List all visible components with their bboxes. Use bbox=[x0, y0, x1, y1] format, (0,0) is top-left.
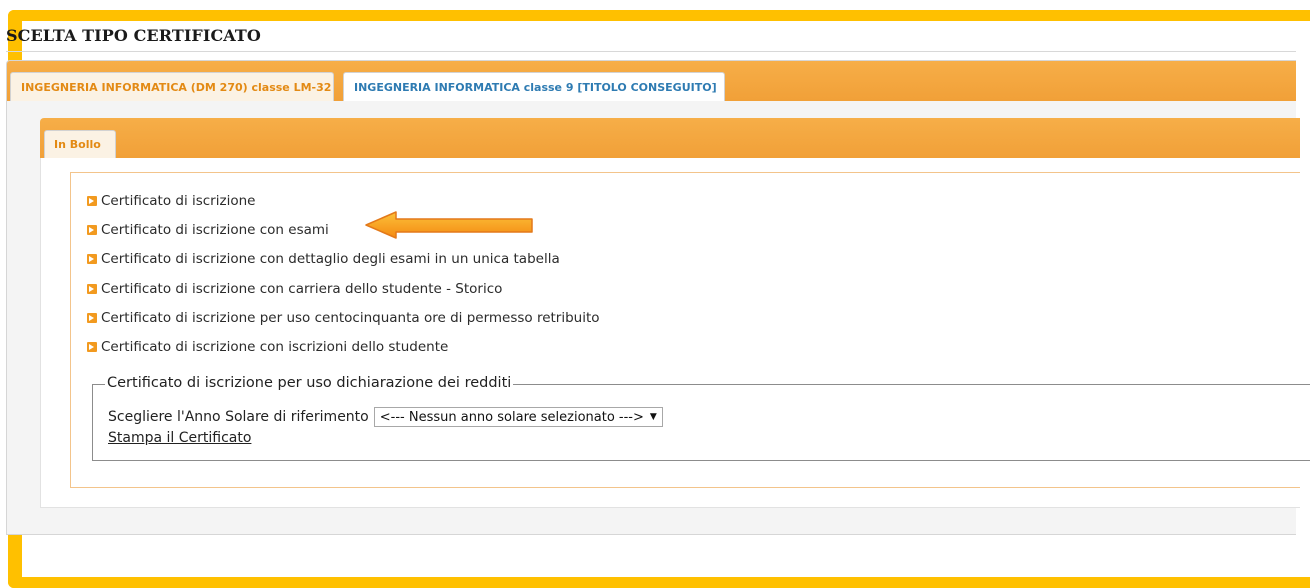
year-select-row: Scegliere l'Anno Solare di riferimento <… bbox=[108, 407, 663, 427]
print-certificate-link[interactable]: Stampa il Certificato bbox=[108, 430, 251, 446]
income-certificate-legend: Certificato di iscrizione per uso dichia… bbox=[105, 375, 514, 391]
certificate-label[interactable]: Certificato di iscrizione con esami bbox=[101, 222, 329, 238]
left-arrow-callout-icon bbox=[365, 211, 533, 239]
certificate-link-iscrizioni-studente[interactable]: Certificato di iscrizione con iscrizioni… bbox=[87, 332, 600, 361]
certificate-label[interactable]: Certificato di iscrizione per uso centoc… bbox=[101, 310, 600, 326]
orange-arrow-bullet-icon bbox=[87, 342, 97, 353]
tab-in-bollo[interactable]: In Bollo bbox=[44, 130, 116, 158]
certificate-link-carriera-storico[interactable]: Certificato di iscrizione con carriera d… bbox=[87, 274, 600, 303]
certificate-link-centocinquanta-ore[interactable]: Certificato di iscrizione per uso centoc… bbox=[87, 303, 600, 332]
orange-arrow-bullet-icon bbox=[87, 312, 97, 323]
tab-ingegneria-informatica-lm32[interactable]: INGEGNERIA INFORMATICA (DM 270) classe L… bbox=[10, 72, 334, 102]
certificate-label[interactable]: Certificato di iscrizione con dettaglio … bbox=[101, 251, 560, 267]
dropdown-arrow-icon: ▼ bbox=[649, 412, 657, 422]
certificate-label[interactable]: Certificato di iscrizione bbox=[101, 193, 255, 209]
certificate-label[interactable]: Certificato di iscrizione con iscrizioni… bbox=[101, 339, 448, 355]
year-select-value: <--- Nessun anno solare selezionato ---> bbox=[379, 409, 644, 425]
orange-arrow-bullet-icon bbox=[87, 254, 97, 265]
year-select[interactable]: <--- Nessun anno solare selezionato --->… bbox=[373, 407, 663, 427]
page-title: SCELTA TIPO CERTIFICATO bbox=[6, 26, 261, 45]
year-select-label: Scegliere l'Anno Solare di riferimento bbox=[108, 409, 369, 425]
degree-tab-bar: INGEGNERIA INFORMATICA (DM 270) classe L… bbox=[6, 60, 1296, 102]
certificate-link-dettaglio-esami[interactable]: Certificato di iscrizione con dettaglio … bbox=[87, 245, 600, 274]
orange-arrow-bullet-icon bbox=[87, 224, 97, 235]
tab-ingegneria-informatica-classe9[interactable]: INGEGNERIA INFORMATICA classe 9 [TITOLO … bbox=[343, 72, 725, 102]
orange-arrow-bullet-icon bbox=[87, 283, 97, 294]
orange-arrow-bullet-icon bbox=[87, 195, 97, 206]
certificate-label[interactable]: Certificato di iscrizione con carriera d… bbox=[101, 281, 502, 297]
title-divider bbox=[6, 51, 1296, 52]
stamp-tab-bar: In Bollo bbox=[40, 118, 1300, 158]
